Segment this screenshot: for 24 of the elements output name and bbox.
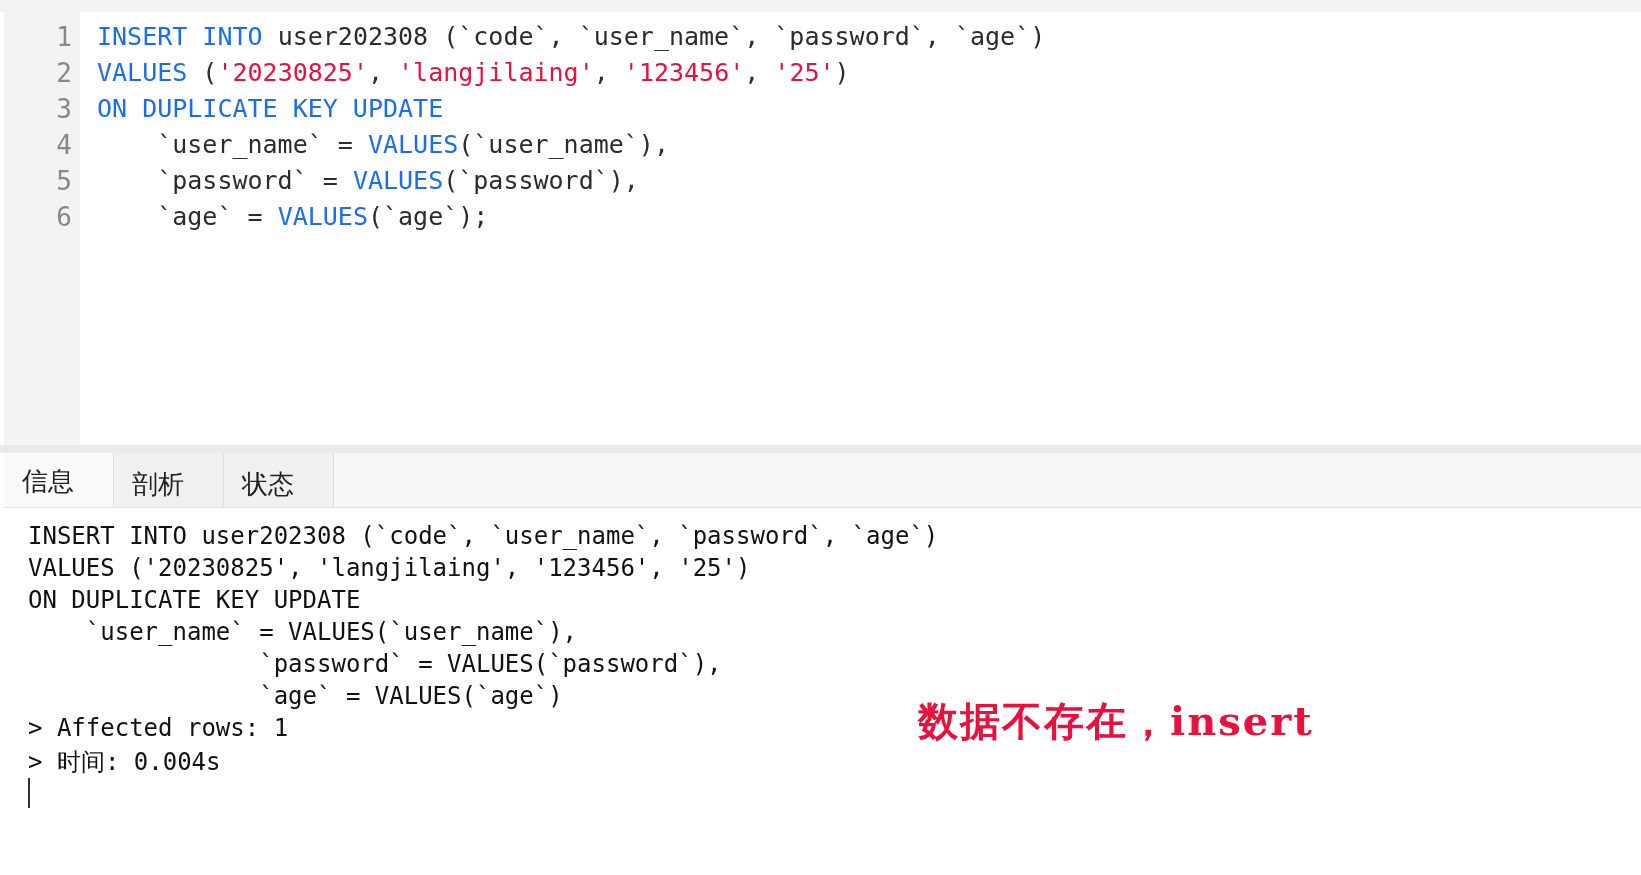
code-line: `password` = VALUES(`password`), [156,166,640,197]
output-line: > 时间: 0.004s [28,747,221,778]
line-number: 4 [55,130,73,162]
output-line: INSERT INTO user202308 (`code`, `user_name`, `password`, `age`) [28,522,939,552]
code-line: VALUES ('20230825', 'langjilaing', '123456', '25') [97,58,851,89]
text-cursor [28,778,30,808]
output-line: `age` = VALUES(`age`) [258,682,563,712]
code-line: INSERT INTO user202308 (`code`, `user_name`, `password`, `age`) [97,22,1046,53]
code-line: `user_name` = VALUES(`user_name`), [156,130,670,161]
line-number: 1 [55,22,73,54]
line-number: 5 [55,166,73,198]
line-number: 6 [55,202,73,234]
tab[interactable]: 剖析 [114,453,224,507]
output-line: VALUES ('20230825', 'langjilaing', '123456', '25') [28,554,751,584]
output-line: ON DUPLICATE KEY UPDATE [28,586,361,616]
annotation: 数据不存在，insert [918,696,1314,746]
output-line: > Affected rows: 1 [28,714,289,744]
line-number: 2 [55,58,73,90]
code-line: `age` = VALUES(`age`); [156,202,490,233]
code-line: ON DUPLICATE KEY UPDATE [97,94,445,125]
tab[interactable]: 状态 [224,453,334,507]
line-number: 3 [55,94,73,126]
output-line: `password` = VALUES(`password`), [258,650,722,680]
output-line: `user_name` = VALUES(`user_name`), [84,618,578,648]
